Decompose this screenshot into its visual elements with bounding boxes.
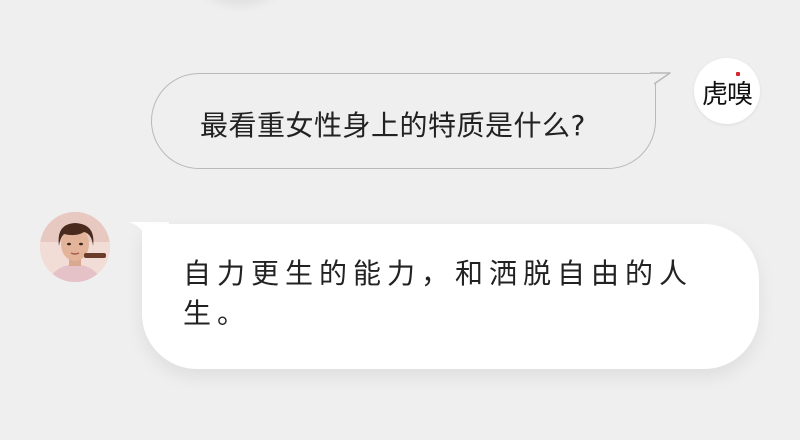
person-avatar-icon[interactable] — [40, 212, 110, 282]
huxiu-logo-icon: 虎嗅 — [701, 80, 753, 110]
answer-text: 自力更生的能力，和洒脱自由的人生。 — [183, 257, 694, 330]
logo-accent-dot — [736, 72, 740, 76]
person-portrait — [40, 212, 110, 282]
question-text: 最看重女性身上的特质是什么? — [200, 109, 586, 142]
question-bubble-tail — [648, 72, 671, 85]
host-avatar[interactable]: 虎嗅 — [694, 58, 760, 124]
